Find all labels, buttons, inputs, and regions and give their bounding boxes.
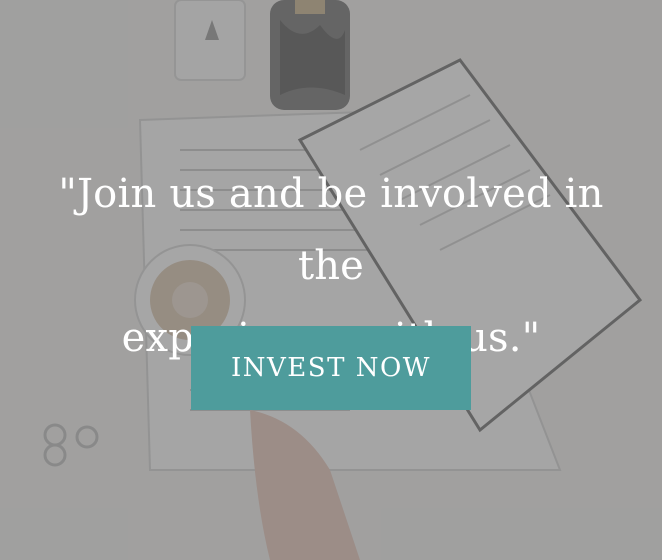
hero-section: "Join us and be involved in the experien…: [0, 0, 662, 560]
hero-quote-line-1: "Join us and be involved in the: [58, 171, 604, 289]
invest-now-button[interactable]: INVEST NOW: [191, 326, 471, 410]
hero-content: "Join us and be involved in the experien…: [0, 0, 662, 560]
